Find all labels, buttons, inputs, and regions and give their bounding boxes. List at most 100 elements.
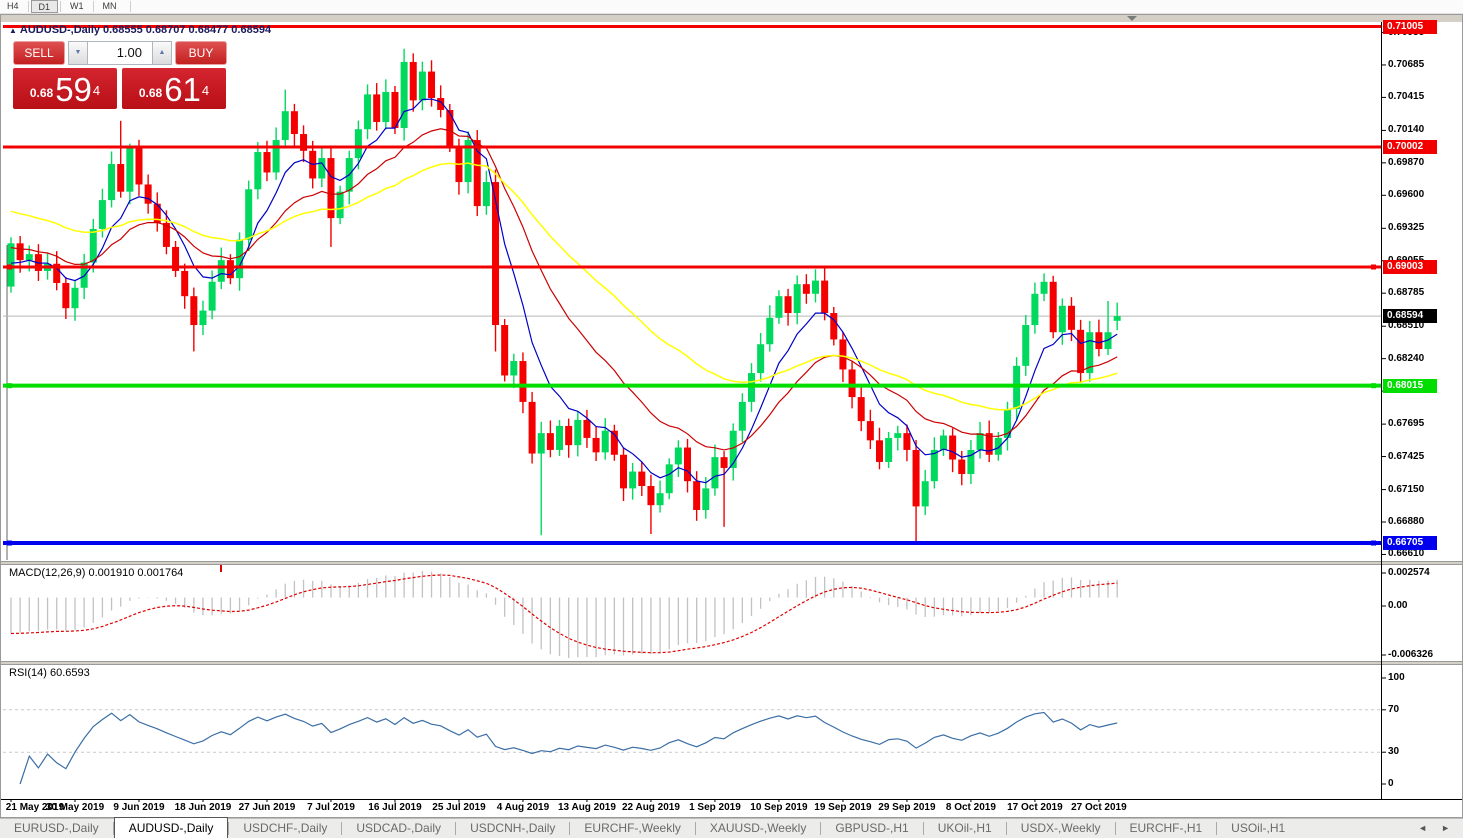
chart-tab-usdcad-daily[interactable]: USDCAD-,Daily xyxy=(342,819,455,838)
buy-price-sup: 4 xyxy=(201,83,210,98)
buy-price-box[interactable]: 0.68 61 4 xyxy=(122,68,226,109)
timeframe-button-D1[interactable]: D1 xyxy=(30,0,59,13)
timeframe-toolbar: H4 D1 W1 MN xyxy=(0,0,1463,14)
ma-fast-line xyxy=(10,98,1118,484)
mt4-application: H4 D1 W1 MN ▲ AUDUSD-,Daily 0.68555 0.68707 0.6… xyxy=(0,0,1463,838)
tab-scroll-right-arrow[interactable]: ► xyxy=(1434,823,1457,833)
current-price-tag: 0.68594 xyxy=(1383,309,1437,324)
rsi-name: RSI(14) xyxy=(9,667,47,679)
chart-tab-ukoil-h1[interactable]: UKOil-,H1 xyxy=(924,819,1006,838)
chart-tab-eurchf-h1[interactable]: EURCHF-,H1 xyxy=(1116,819,1217,838)
price-axis-label-0.67695: 0.67695 xyxy=(1388,418,1425,430)
price-axis-label-0.70415: 0.70415 xyxy=(1388,91,1425,103)
toolbar-separator xyxy=(60,1,62,12)
macd-axis-label-0.00: 0.00 xyxy=(1388,600,1408,611)
buy-button[interactable]: BUY xyxy=(175,41,227,65)
price-axis-label-0.70685: 0.70685 xyxy=(1388,58,1425,70)
candles xyxy=(7,48,1121,543)
date-label: 17 Oct 2019 xyxy=(1007,802,1063,813)
price-axis-label-0.66610: 0.66610 xyxy=(1388,548,1425,560)
rsi-axis-label-70: 70 xyxy=(1388,703,1400,715)
ohlc-high: 0.68707 xyxy=(145,24,186,36)
date-label: 8 Oct 2019 xyxy=(945,802,996,813)
date-label: 4 Aug 2019 xyxy=(496,802,550,813)
chart-tab-xauusd-weekly[interactable]: XAUUSD-,Weekly xyxy=(696,819,820,838)
price-tag-0.69003: 0.69003 xyxy=(1383,259,1437,274)
collapse-icon[interactable]: ▲ xyxy=(9,26,17,35)
ma-slow-line xyxy=(10,162,1118,411)
chart-tab-eurusd-daily[interactable]: EURUSD-,Daily xyxy=(0,819,113,838)
price-axis-label-0.69600: 0.69600 xyxy=(1388,189,1425,201)
date-label: 27 Jun 2019 xyxy=(238,802,296,813)
macd-object-marker xyxy=(220,565,222,572)
chart-tab-eurchf-weekly[interactable]: EURCHF-,Weekly xyxy=(570,819,694,838)
chart-window: ▲ AUDUSD-,Daily 0.68555 0.68707 0.68477 0.685… xyxy=(0,14,1463,818)
date-label: 27 Oct 2019 xyxy=(1071,802,1127,813)
sell-price-box[interactable]: 0.68 59 4 xyxy=(13,68,117,109)
price-tag-0.66705: 0.66705 xyxy=(1383,536,1437,551)
price-axis-label-0.70140: 0.70140 xyxy=(1388,124,1425,136)
ohlc-open: 0.68555 xyxy=(103,24,143,36)
price-axis-label-0.69325: 0.69325 xyxy=(1388,222,1425,234)
chart-tab-usdcnh-daily[interactable]: USDCNH-,Daily xyxy=(456,819,569,838)
price-axis-label-0.68240: 0.68240 xyxy=(1388,352,1425,364)
macd-label: MACD(12,26,9) 0.001910 0.001764 xyxy=(9,567,183,579)
chart-tab-usdchf-daily[interactable]: USDCHF-,Daily xyxy=(229,819,341,838)
toolbar-separator xyxy=(129,1,131,12)
date-label: 10 Sep 2019 xyxy=(750,802,808,813)
volume-decrease-button[interactable]: ▼ xyxy=(68,41,88,65)
price-axis-label-0.67150: 0.67150 xyxy=(1388,483,1425,495)
timeframe-button-W1[interactable]: W1 xyxy=(63,0,91,13)
sell-price-prefix: 0.68 xyxy=(29,86,54,100)
price-axis-label-0.66880: 0.66880 xyxy=(1388,516,1425,527)
date-label: 7 Jul 2019 xyxy=(307,802,355,813)
rsi-axis-label-30: 30 xyxy=(1388,746,1400,758)
ohlc-close: 0.68594 xyxy=(231,24,272,36)
timeframe-button-MN[interactable]: MN xyxy=(96,0,124,13)
price-tag-0.68015: 0.68015 xyxy=(1383,378,1437,393)
timeframe-button-H4[interactable]: H4 xyxy=(0,0,26,13)
chart-ohlc-title: ▲ AUDUSD-,Daily 0.68555 0.68707 0.68477 0.685… xyxy=(9,24,274,36)
tab-scroll-left-arrow[interactable]: ◄ xyxy=(1411,823,1434,833)
date-label: 29 Sep 2019 xyxy=(878,802,936,813)
rsi-line xyxy=(19,711,1118,785)
date-label: 16 Jul 2019 xyxy=(368,802,422,813)
chart-tab-audusd-daily[interactable]: AUDUSD-,Daily xyxy=(113,817,229,838)
date-label: 18 Jun 2019 xyxy=(174,802,232,813)
date-label: 19 Sep 2019 xyxy=(814,802,872,813)
chart-tab-usdx-weekly[interactable]: USDX-,Weekly xyxy=(1007,819,1115,838)
macd-values: 0.001910 0.001764 xyxy=(88,567,184,579)
buy-price-prefix: 0.68 xyxy=(138,86,163,100)
price-axis-label-0.68785: 0.68785 xyxy=(1388,287,1425,299)
volume-input[interactable]: 1.00 xyxy=(88,41,152,65)
date-label: 22 Aug 2019 xyxy=(621,802,680,813)
chart-canvas[interactable] xyxy=(1,15,1462,817)
one-click-trade-panel: SELL ▼ 1.00 ▲ BUY 0.68 59 4 0.68 61 4 xyxy=(13,41,227,109)
macd-signal-line xyxy=(10,574,1118,654)
macd-name: MACD(12,26,9) xyxy=(9,567,86,579)
rsi-value: 60.6593 xyxy=(49,667,90,679)
toolbar-separator xyxy=(92,1,94,12)
date-label: 1 Sep 2019 xyxy=(689,802,741,813)
toolbar-separator xyxy=(27,1,29,12)
buy-price-big: 61 xyxy=(164,71,201,108)
sell-price-big: 59 xyxy=(55,71,92,108)
price-tag-0.70002: 0.70002 xyxy=(1383,140,1437,154)
rsi-label: RSI(14) 60.6593 xyxy=(9,667,90,679)
volume-increase-button[interactable]: ▲ xyxy=(152,41,172,65)
price-axis-label-0.67425: 0.67425 xyxy=(1388,450,1425,462)
sell-button[interactable]: SELL xyxy=(13,41,65,65)
price-tag-0.71005: 0.71005 xyxy=(1383,19,1437,34)
chart-tab-gbpusd-h1[interactable]: GBPUSD-,H1 xyxy=(821,819,922,838)
tab-scroll-controls: ◄ ► xyxy=(1411,818,1463,838)
rsi-axis-label-100: 100 xyxy=(1388,672,1405,683)
date-label: 13 Aug 2019 xyxy=(557,802,616,813)
ohlc-low: 0.68477 xyxy=(188,24,229,36)
date-label: 25 Jul 2019 xyxy=(432,802,486,813)
rsi-axis-label-0: 0 xyxy=(1388,778,1394,789)
chart-tab-usoil-h1[interactable]: USOil-,H1 xyxy=(1217,819,1299,838)
sell-price-sup: 4 xyxy=(92,83,101,98)
rsi-pane xyxy=(3,709,1381,785)
symbol-name: AUDUSD-,Daily xyxy=(19,24,100,36)
date-label: 30 May 2019 xyxy=(45,802,105,813)
